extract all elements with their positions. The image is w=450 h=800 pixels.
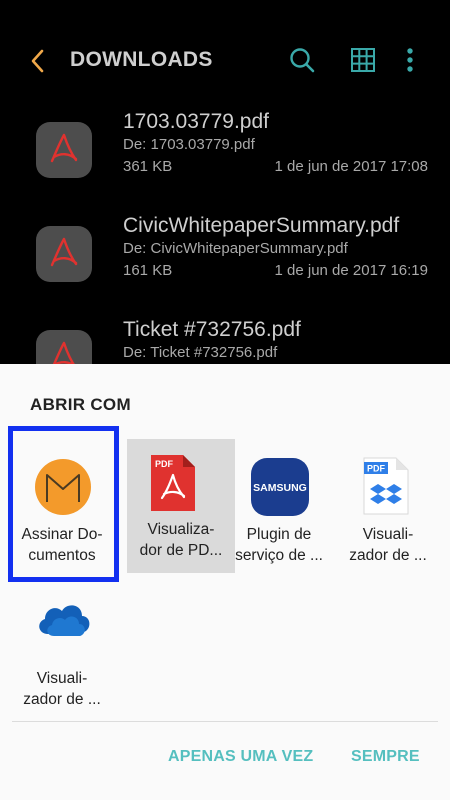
app-option-dropbox-pdf[interactable]: PDF Visuali- zador de ... [334, 434, 442, 572]
divider [12, 721, 438, 722]
grid-view-icon[interactable] [349, 46, 377, 74]
onedrive-icon [34, 598, 92, 656]
back-arrow-icon[interactable] [26, 46, 52, 76]
file-size: 161 KB [123, 262, 173, 279]
file-name: 1703.03779.pdf [123, 110, 269, 133]
pdf-viewer-icon: PDF [149, 453, 207, 511]
file-source: De: CivicWhitepaperSummary.pdf [123, 240, 348, 257]
app-option-onedrive[interactable]: Visuali- zador de ... [8, 578, 116, 716]
search-icon[interactable] [288, 46, 316, 74]
app-option-pdf-viewer[interactable]: PDF Visualiza- dor de PD... [127, 439, 235, 573]
samsung-icon: SAMSUNG [251, 458, 309, 516]
app-label: Plugin de serviço de ... [235, 526, 323, 564]
svg-text:PDF: PDF [367, 464, 386, 474]
file-date: 1 de jun de 2017 16:19 [274, 262, 428, 279]
file-name: CivicWhitepaperSummary.pdf [123, 214, 400, 237]
app-bar: DOWNLOADS [0, 0, 450, 120]
dropbox-pdf-icon: PDF [362, 456, 420, 515]
app-label: Visuali- zador de ... [23, 670, 101, 708]
page-title: DOWNLOADS [70, 48, 213, 71]
list-item[interactable]: CivicWhitepaperSummary.pdf De: CivicWhit… [0, 214, 450, 318]
always-button[interactable]: SEMPRE [351, 748, 420, 766]
more-options-icon[interactable] [396, 46, 424, 74]
file-name: Ticket #732756.pdf [123, 318, 301, 341]
app-option-samsung-plugin[interactable]: SAMSUNG Plugin de serviço de ... [225, 434, 333, 572]
app-label: Visualiza- dor de PD... [139, 521, 223, 559]
file-date: 1 de jun de 2017 17:08 [274, 158, 428, 175]
pdf-file-icon [36, 226, 92, 282]
list-item[interactable]: 1703.03779.pdf De: 1703.03779.pdf 361 KB… [0, 110, 450, 214]
pdf-file-icon [36, 122, 92, 178]
sheet-title: ABRIR COM [30, 395, 131, 414]
open-with-sheet: ABRIR COM Assinar Do- cumentos PDF Visua… [0, 364, 450, 800]
file-source: De: 1703.03779.pdf [123, 136, 255, 153]
file-size: 361 KB [123, 158, 173, 175]
svg-text:SAMSUNG: SAMSUNG [253, 482, 307, 494]
just-once-button[interactable]: APENAS UMA VEZ [168, 748, 313, 766]
selection-highlight [8, 426, 119, 582]
app-label: Visuali- zador de ... [349, 526, 427, 564]
file-source: De: Ticket #732756.pdf [123, 344, 278, 361]
svg-text:PDF: PDF [155, 459, 174, 469]
